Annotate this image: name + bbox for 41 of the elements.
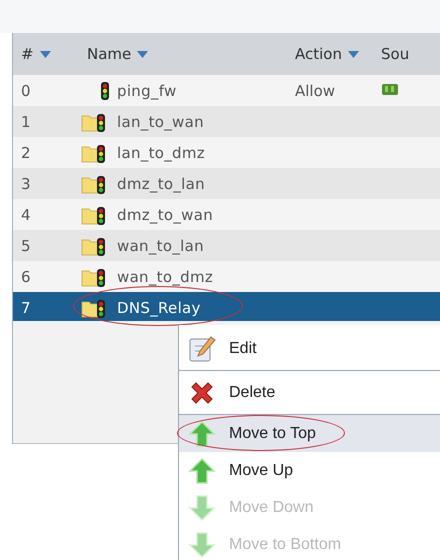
table-row[interactable]: 4 dmz_to_wan	[13, 199, 440, 230]
table-row[interactable]: 1 lan_to_wan	[13, 106, 440, 137]
menu-item[interactable]: Move Up	[179, 452, 440, 489]
column-header[interactable]: #	[13, 45, 79, 63]
rule-name: DNS_Relay	[117, 298, 201, 316]
table-row[interactable]: 7 DNS_Relay	[13, 292, 440, 323]
up-arrow-icon	[187, 456, 217, 486]
rule-name: dmz_to_wan	[117, 206, 214, 224]
up-arrow-icon	[187, 418, 217, 448]
row-number: 4	[20, 206, 32, 224]
rule-name: dmz_to_lan	[117, 174, 205, 192]
rule-name: wan_to_dmz	[117, 268, 214, 286]
column-header[interactable]: Action	[287, 45, 373, 63]
row-number: 2	[20, 144, 32, 162]
sort-caret-icon[interactable]	[40, 50, 51, 58]
row-number: 6	[20, 268, 32, 286]
edit-icon	[187, 334, 217, 364]
menu-item[interactable]: Edit	[179, 327, 440, 371]
sort-caret-icon[interactable]	[137, 50, 148, 58]
row-number: 1	[20, 112, 32, 130]
table-row[interactable]: 3 dmz_to_lan	[13, 168, 440, 199]
rule-name: lan_to_dmz	[117, 144, 205, 162]
traffic-light-icon	[101, 82, 109, 100]
table-row[interactable]: 5 wan_to_lan	[13, 230, 440, 261]
row-number: 3	[20, 174, 32, 192]
rule-name: ping_fw	[117, 82, 177, 100]
row-number: 7	[20, 298, 32, 316]
rule-name: lan_to_wan	[117, 112, 204, 130]
row-number: 0	[20, 82, 32, 100]
table-row[interactable]: 0 ping_fw Allow	[13, 75, 440, 106]
rule-name: wan_to_lan	[117, 236, 204, 254]
menu-item[interactable]: Move to Top	[179, 415, 440, 452]
down-arrow-icon	[187, 492, 217, 522]
column-header[interactable]: Name	[79, 45, 287, 63]
column-header[interactable]: Sou	[373, 45, 440, 63]
table-row[interactable]: 2 lan_to_dmz	[13, 137, 440, 168]
sort-caret-icon[interactable]	[348, 50, 359, 58]
row-number: 5	[20, 236, 32, 254]
down-arrow-icon	[187, 530, 217, 560]
rule-action: Allow	[294, 82, 336, 100]
table-row[interactable]: 6 wan_to_dmz	[13, 261, 440, 292]
